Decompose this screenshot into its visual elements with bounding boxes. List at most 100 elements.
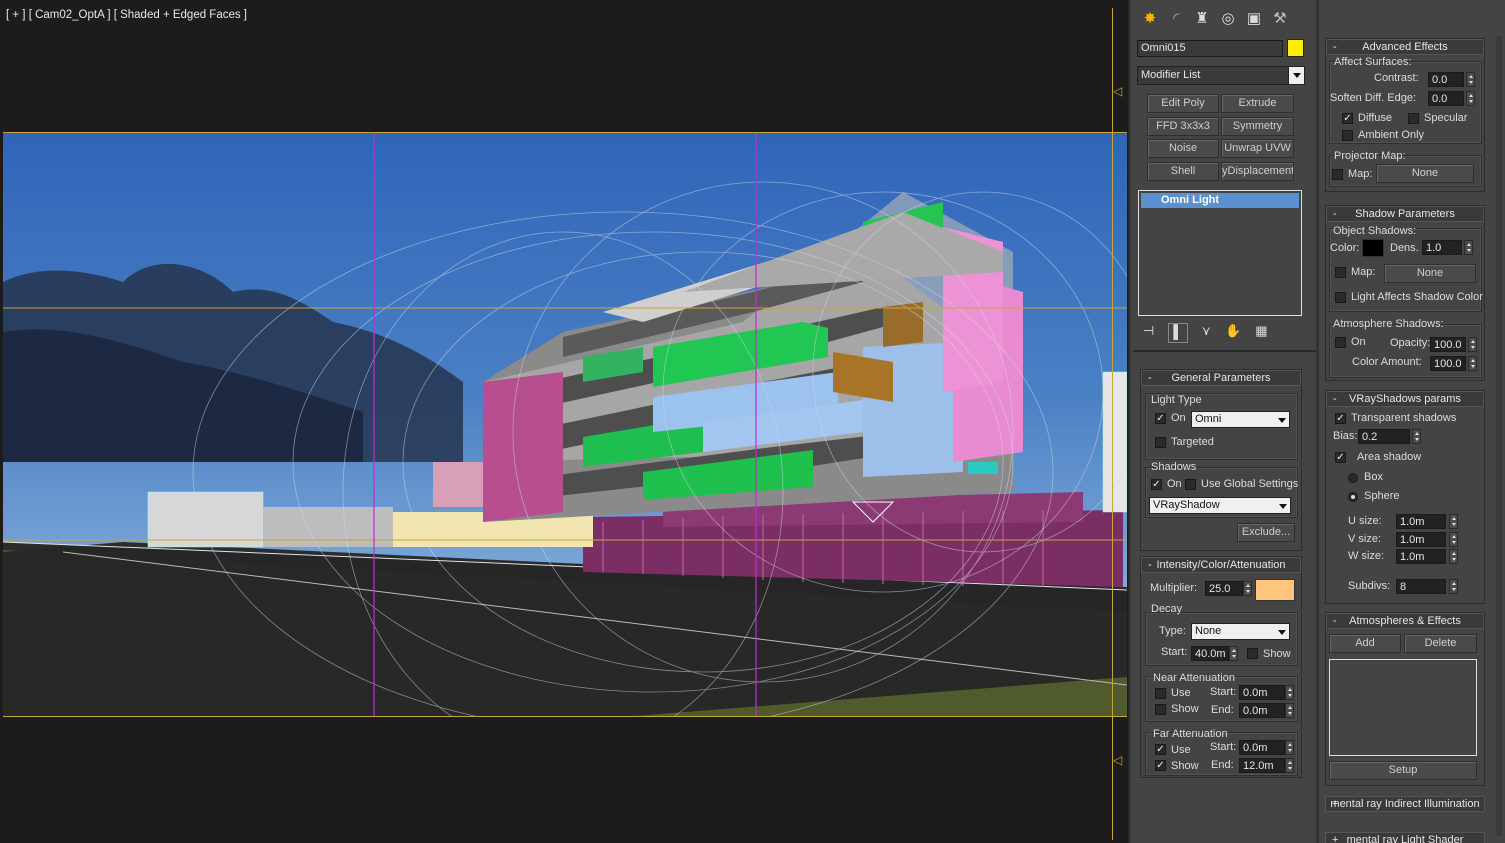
near-end-field[interactable]: 0.0m: [1239, 703, 1285, 718]
transparent-shadows-checkbox[interactable]: ✓: [1335, 413, 1346, 424]
modifier-edit-poly-button[interactable]: Edit Poly: [1147, 94, 1219, 113]
light-type-dropdown[interactable]: Omni: [1191, 411, 1290, 428]
density-spinner[interactable]: [1464, 240, 1473, 255]
modifier-noise-button[interactable]: Noise: [1147, 139, 1219, 158]
delete-effect-button[interactable]: Delete: [1404, 634, 1477, 653]
create-icon[interactable]: ✸: [1137, 8, 1163, 30]
vray-shadows-header[interactable]: - VRayShadows params: [1326, 391, 1484, 407]
soften-spinner[interactable]: [1466, 91, 1475, 106]
far-end-spinner[interactable]: [1285, 758, 1294, 773]
shadow-map-button[interactable]: None: [1384, 264, 1476, 283]
modifier-unwrap-uvw-button[interactable]: Unwrap UVW: [1221, 139, 1294, 158]
modifier-list-dropdown[interactable]: Modifier List: [1137, 66, 1305, 85]
contrast-field[interactable]: 0.0: [1428, 72, 1464, 87]
subdivs-field[interactable]: 8: [1396, 579, 1446, 594]
general-parameters-header[interactable]: - General Parameters: [1141, 370, 1301, 386]
bias-spinner[interactable]: [1412, 429, 1421, 444]
shadow-color-swatch[interactable]: [1362, 239, 1384, 257]
decay-show-checkbox[interactable]: [1247, 648, 1258, 659]
modifier-displacement-button[interactable]: yDisplacement: [1221, 162, 1294, 181]
near-use-checkbox[interactable]: [1155, 688, 1166, 699]
contrast-spinner[interactable]: [1466, 72, 1475, 87]
color-amount-spinner[interactable]: [1468, 356, 1477, 371]
light-on-checkbox[interactable]: ✓: [1155, 413, 1166, 424]
object-color-swatch[interactable]: [1287, 39, 1304, 57]
show-end-result-icon[interactable]: ▌: [1168, 323, 1188, 343]
shadow-map-checkbox[interactable]: [1335, 267, 1346, 278]
modifier-extrude-button[interactable]: Extrude: [1221, 94, 1294, 113]
hierarchy-icon[interactable]: ♜: [1189, 8, 1215, 30]
effects-list[interactable]: [1329, 659, 1477, 756]
diffuse-checkbox[interactable]: ✓: [1342, 113, 1353, 124]
atmospheres-effects-header[interactable]: - Atmospheres & Effects: [1326, 613, 1484, 629]
mental-ray-indirect-rollout[interactable]: + mental ray Indirect Illumination: [1325, 796, 1485, 812]
configure-modifier-sets-icon[interactable]: ▦: [1255, 323, 1267, 343]
use-global-checkbox[interactable]: [1185, 479, 1196, 490]
v-size-field[interactable]: 1.0m: [1396, 532, 1446, 547]
sphere-radio[interactable]: [1348, 492, 1358, 502]
object-name-field[interactable]: Omni015: [1137, 40, 1283, 57]
light-color-swatch[interactable]: [1255, 579, 1295, 601]
far-start-spinner[interactable]: [1285, 740, 1294, 755]
projector-map-checkbox[interactable]: [1332, 169, 1343, 180]
box-radio[interactable]: [1348, 473, 1358, 483]
subdivs-spinner[interactable]: [1449, 579, 1458, 594]
specular-checkbox[interactable]: [1408, 113, 1419, 124]
multiplier-spinner[interactable]: [1243, 581, 1252, 596]
w-size-spinner[interactable]: [1449, 549, 1458, 564]
w-size-field[interactable]: 1.0m: [1396, 549, 1446, 564]
near-start-field[interactable]: 0.0m: [1239, 685, 1285, 700]
advanced-effects-header[interactable]: - Advanced Effects: [1326, 39, 1484, 55]
opacity-spinner[interactable]: [1468, 337, 1477, 352]
modify-icon[interactable]: ◜: [1163, 8, 1189, 30]
intensity-header[interactable]: - Intensity/Color/Attenuation: [1141, 557, 1301, 573]
remove-modifier-icon[interactable]: ✋: [1225, 323, 1241, 343]
near-end-spinner[interactable]: [1285, 703, 1294, 718]
ambient-only-checkbox[interactable]: [1342, 130, 1353, 141]
shadow-type-dropdown[interactable]: VRayShadow: [1149, 497, 1291, 514]
targeted-checkbox[interactable]: [1155, 437, 1166, 448]
multiplier-field[interactable]: 25.0: [1205, 581, 1243, 596]
decay-start-spinner[interactable]: [1229, 646, 1238, 661]
color-amount-field[interactable]: 100.0: [1430, 356, 1466, 371]
area-shadow-checkbox[interactable]: ✓: [1335, 452, 1346, 463]
far-show-checkbox[interactable]: ✓: [1155, 760, 1166, 771]
motion-icon[interactable]: ◎: [1215, 8, 1241, 30]
far-start-field[interactable]: 0.0m: [1239, 740, 1285, 755]
utilities-icon[interactable]: ⚒: [1267, 8, 1293, 30]
camera-viewport[interactable]: [ + ] [ Cam02_OptA ] [ Shaded + Edged Fa…: [0, 0, 1130, 843]
modifier-ffd-button[interactable]: FFD 3x3x3: [1147, 117, 1219, 136]
viewport-label[interactable]: [ + ] [ Cam02_OptA ] [ Shaded + Edged Fa…: [6, 9, 247, 21]
near-show-checkbox[interactable]: [1155, 704, 1166, 715]
light-affects-shadow-checkbox[interactable]: [1335, 292, 1346, 303]
u-size-field[interactable]: 1.0m: [1396, 514, 1446, 529]
exclude-button[interactable]: Exclude...: [1237, 523, 1295, 542]
shadow-parameters-header[interactable]: - Shadow Parameters: [1326, 206, 1484, 222]
modifier-shell-button[interactable]: Shell: [1147, 162, 1219, 181]
atmosphere-on-checkbox[interactable]: [1335, 337, 1346, 348]
soften-field[interactable]: 0.0: [1428, 91, 1464, 106]
make-unique-icon[interactable]: ⋎: [1202, 323, 1212, 343]
bias-field[interactable]: 0.2: [1358, 429, 1410, 444]
opacity-field[interactable]: 100.0: [1430, 337, 1466, 352]
far-use-checkbox[interactable]: ✓: [1155, 744, 1166, 755]
far-end-field[interactable]: 12.0m: [1239, 758, 1285, 773]
display-icon[interactable]: ▣: [1241, 8, 1267, 30]
stack-item-omni-light[interactable]: Omni Light: [1141, 193, 1299, 208]
modifier-stack[interactable]: Omni Light: [1138, 190, 1302, 316]
rendered-scene[interactable]: [3, 132, 1127, 717]
setup-button[interactable]: Setup: [1329, 761, 1477, 780]
shadows-on-checkbox[interactable]: ✓: [1151, 479, 1162, 490]
pin-stack-icon[interactable]: ⊣: [1143, 323, 1154, 343]
panel-scrollbar[interactable]: [1496, 36, 1502, 836]
decay-start-field[interactable]: 40.0m: [1191, 646, 1229, 661]
add-effect-button[interactable]: Add: [1329, 634, 1401, 653]
projector-map-button[interactable]: None: [1376, 164, 1474, 183]
v-size-spinner[interactable]: [1449, 532, 1458, 547]
u-size-spinner[interactable]: [1449, 514, 1458, 529]
decay-type-dropdown[interactable]: None: [1191, 623, 1290, 640]
near-start-spinner[interactable]: [1285, 685, 1294, 700]
modifier-symmetry-button[interactable]: Symmetry: [1221, 117, 1294, 136]
density-field[interactable]: 1.0: [1422, 240, 1462, 255]
mental-ray-light-shader-rollout[interactable]: + mental ray Light Shader: [1325, 832, 1485, 843]
